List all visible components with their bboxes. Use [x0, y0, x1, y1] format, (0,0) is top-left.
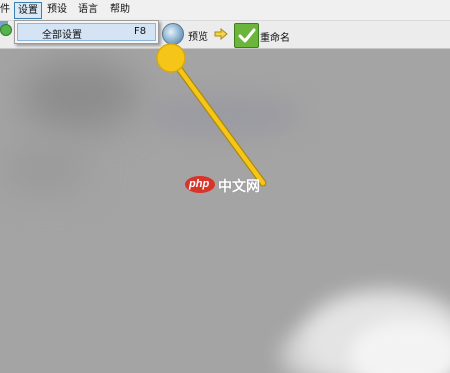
watermark-logo-text: php — [189, 178, 210, 190]
watermark-site-text: 中文网 — [218, 179, 260, 195]
watermark-logo: php — [185, 176, 215, 193]
annotation-dot — [156, 43, 186, 73]
